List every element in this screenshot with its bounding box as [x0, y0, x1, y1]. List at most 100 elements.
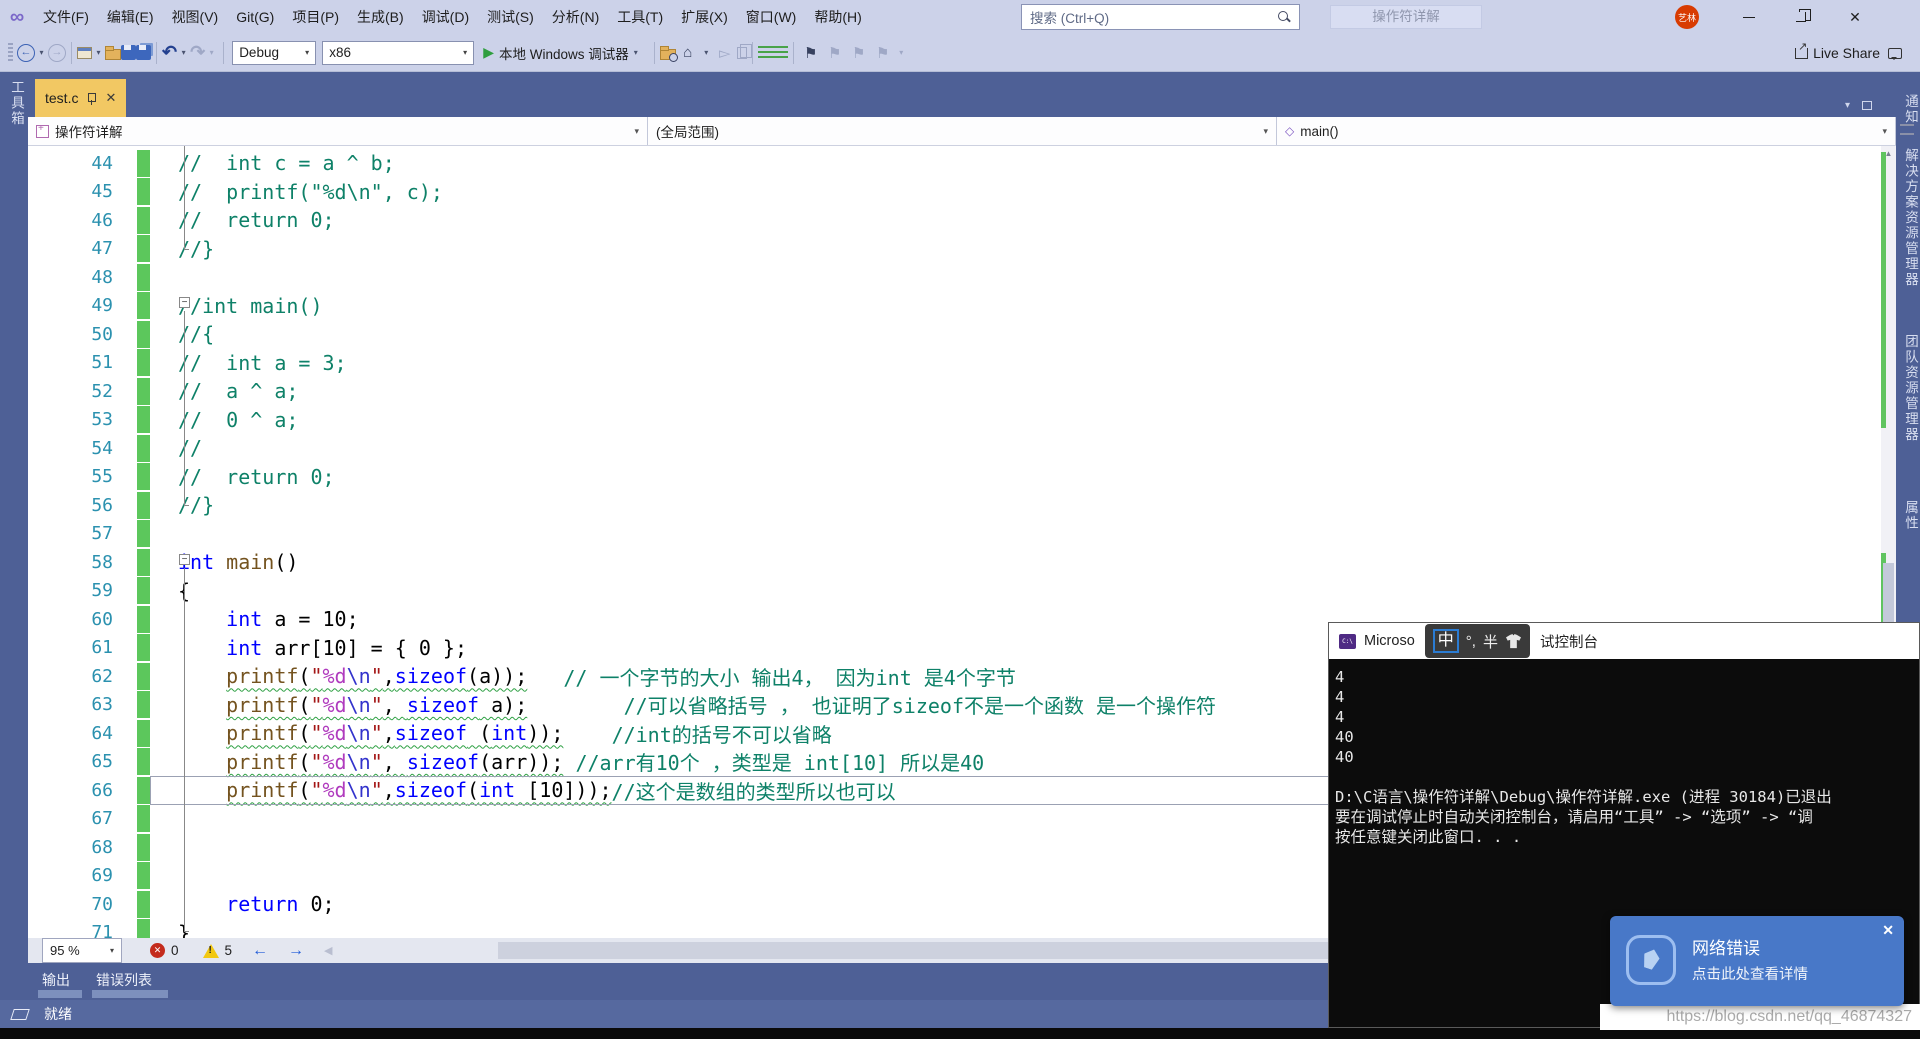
bookmark-icon[interactable]: ⚑: [801, 41, 821, 65]
menu-item[interactable]: 项目(P): [283, 0, 348, 34]
tab-error-list[interactable]: 错误列表: [96, 970, 152, 990]
ime-width-indicator[interactable]: 半: [1483, 631, 1498, 652]
sidebar-item-1[interactable]: 解决方案资源管理器: [1900, 148, 1920, 288]
find-in-files-icon[interactable]: [659, 45, 678, 62]
dropdown-icon[interactable]: ▾: [897, 41, 906, 65]
feedback-icon[interactable]: [1888, 47, 1902, 60]
next-bookmark-icon[interactable]: ⚑: [849, 41, 869, 65]
warning-count-icon[interactable]: [202, 943, 219, 958]
solution-configurations-dropdown[interactable]: Debug ▾: [232, 40, 317, 65]
start-debugging-button[interactable]: ▶ 本地 Windows 调试器 ▾: [483, 43, 643, 63]
code-line-48[interactable]: 48: [28, 263, 1881, 292]
code-line-47[interactable]: 47 //}: [28, 235, 1881, 264]
save-icon[interactable]: [121, 45, 136, 60]
next-issue-icon[interactable]: →: [288, 942, 304, 960]
code-line-55[interactable]: 55 // return 0;: [28, 463, 1881, 492]
project-dropdown[interactable]: 操作符详解▾: [28, 117, 648, 145]
solution-platforms-dropdown[interactable]: x86 ▾: [322, 40, 475, 65]
new-project-icon[interactable]: [77, 46, 92, 59]
tab-output[interactable]: 输出: [42, 970, 70, 990]
code-line-49[interactable]: 49 //int main(): [28, 292, 1881, 321]
code-line-52[interactable]: 52 // a ^ a;: [28, 377, 1881, 406]
float-window-icon[interactable]: [1862, 101, 1872, 110]
fold-collapse-icon[interactable]: −: [179, 554, 190, 565]
prev-issue-icon[interactable]: ←: [252, 942, 268, 960]
console-title-bar[interactable]: C:\ Microso 中 °, 半 试控制台: [1329, 623, 1919, 659]
code-token: return: [226, 892, 299, 917]
background-tasks-icon[interactable]: [10, 1008, 30, 1020]
open-file-icon[interactable]: [105, 45, 121, 60]
home-icon[interactable]: ⌂: [678, 41, 698, 65]
code-line-56[interactable]: 56 //}: [28, 491, 1881, 520]
search-input[interactable]: 搜索 (Ctrl+Q): [1021, 4, 1300, 30]
menu-item[interactable]: Git(G): [227, 0, 283, 34]
horizontal-scrollbar-thumb[interactable]: [498, 942, 1338, 959]
ime-skin-icon[interactable]: [1505, 633, 1522, 649]
pin-icon[interactable]: [87, 92, 97, 105]
comment-selection-icon[interactable]: [757, 46, 773, 59]
code-line-58[interactable]: 58 int main(): [28, 548, 1881, 577]
member-dropdown[interactable]: ◇ main() ▾: [1277, 117, 1896, 145]
menu-item[interactable]: 窗口(W): [737, 0, 806, 34]
code-line-44[interactable]: 44 // int c = a ^ b;: [28, 149, 1881, 178]
ime-mode-indicator[interactable]: 中: [1432, 629, 1459, 653]
toast-close-icon[interactable]: ✕: [1882, 922, 1894, 939]
menu-item[interactable]: 编辑(E): [98, 0, 163, 34]
scroll-left-icon[interactable]: ◀: [324, 944, 332, 957]
scope-dropdown[interactable]: (全局范围) ▾: [648, 117, 1277, 145]
menu-item[interactable]: 分析(N): [543, 0, 608, 34]
menu-item[interactable]: 帮助(H): [805, 0, 870, 34]
toast-body[interactable]: 点击此处查看详情: [1692, 963, 1808, 984]
tab-test-c[interactable]: test.c ✕: [35, 79, 127, 117]
sidebar-item-2[interactable]: 团队资源管理器: [1900, 334, 1920, 443]
dropdown-icon[interactable]: ▾: [94, 41, 103, 65]
code-line-59[interactable]: 59 {: [28, 577, 1881, 606]
dropdown-icon[interactable]: ▾: [702, 41, 711, 65]
code-line-46[interactable]: 46 // return 0;: [28, 206, 1881, 235]
menu-item[interactable]: 调试(D): [413, 0, 478, 34]
active-files-dropdown-icon[interactable]: ▾: [1845, 100, 1850, 111]
code-line-57[interactable]: 57: [28, 520, 1881, 549]
code-line-50[interactable]: 50 //{: [28, 320, 1881, 349]
notification-toast[interactable]: ✕ 网络错误 点击此处查看详情: [1610, 916, 1904, 1006]
menu-item[interactable]: 视图(V): [163, 0, 228, 34]
uncomment-selection-icon[interactable]: [772, 46, 788, 59]
nav-forward-icon[interactable]: →: [48, 43, 66, 62]
avatar[interactable]: 艺林: [1675, 5, 1699, 29]
dropdown-icon[interactable]: ▾: [37, 41, 46, 65]
toolbar-grip[interactable]: [8, 42, 13, 63]
dropdown-icon[interactable]: ▾: [179, 41, 188, 65]
code-line-53[interactable]: 53 // 0 ^ a;: [28, 406, 1881, 435]
line-number: 71: [91, 922, 113, 938]
close-icon[interactable]: ✕: [105, 90, 116, 106]
menu-item[interactable]: 扩展(X): [672, 0, 737, 34]
ime-punctuation-indicator[interactable]: °,: [1466, 633, 1476, 650]
fold-collapse-icon[interactable]: −: [179, 297, 190, 308]
close-button[interactable]: ✕: [1832, 0, 1878, 34]
navbar-options-icon[interactable]: [1898, 121, 1916, 141]
save-all-icon[interactable]: [136, 45, 151, 60]
menu-item[interactable]: 文件(F): [34, 0, 98, 34]
minimize-button[interactable]: [1726, 0, 1772, 34]
restore-button[interactable]: [1778, 0, 1824, 34]
clear-bookmark-icon[interactable]: ⚑: [873, 41, 893, 65]
code-line-54[interactable]: 54 //: [28, 434, 1881, 463]
nav-back-icon[interactable]: ←: [17, 43, 35, 62]
copy-document-icon[interactable]: [736, 43, 752, 59]
menu-item[interactable]: 工具(T): [608, 0, 672, 34]
menu-item[interactable]: 生成(B): [348, 0, 413, 34]
prev-bookmark-icon[interactable]: ⚑: [825, 41, 845, 65]
live-share-button[interactable]: Live Share: [1795, 40, 1880, 61]
error-count-icon[interactable]: ✕: [150, 943, 165, 958]
sidebar-item-toolbox[interactable]: 工具箱: [6, 80, 26, 127]
menu-item[interactable]: 测试(S): [478, 0, 543, 34]
redo-icon[interactable]: ↷: [190, 42, 205, 63]
code-line-51[interactable]: 51 // int a = 3;: [28, 349, 1881, 378]
code-line-45[interactable]: 45 // printf("%d\n", c);: [28, 178, 1881, 207]
document-tab-strip: test.c ✕ ▾: [28, 72, 1896, 117]
undo-icon[interactable]: ↶: [162, 42, 177, 63]
dropdown-icon[interactable]: ▾: [207, 41, 216, 65]
sidebar-item-3[interactable]: 属性: [1900, 500, 1920, 531]
zoom-dropdown[interactable]: 95 % ▾: [42, 938, 122, 963]
select-pointer-icon[interactable]: ▻: [715, 41, 735, 65]
